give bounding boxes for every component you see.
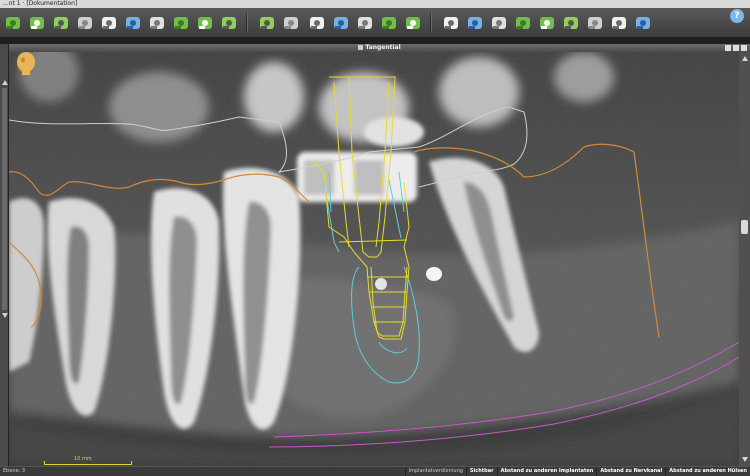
jaw-section-icon[interactable]	[52, 14, 70, 32]
ct-tangential-view[interactable]	[9, 52, 739, 466]
tooth-icon[interactable]	[442, 14, 460, 32]
status-toggle-1[interactable]: Sichtbar	[465, 467, 497, 476]
disabled-tool-icon[interactable]	[282, 14, 300, 32]
view-maximize-button[interactable]	[733, 45, 739, 51]
view-icon	[358, 44, 364, 50]
cube-view-icon[interactable]	[380, 14, 398, 32]
guide-icon[interactable]	[538, 14, 556, 32]
status-tool-toggles: Implantatverdünnung Sichtbar Abstand zu an…	[404, 467, 750, 476]
ruler-icon[interactable]	[196, 14, 214, 32]
sleeve-remove-icon[interactable]	[490, 14, 508, 32]
view-title-text: Tangential	[365, 44, 401, 51]
implant-cylinder-icon[interactable]	[148, 14, 166, 32]
filter-icon[interactable]	[610, 14, 628, 32]
sleeve-insert-icon[interactable]	[466, 14, 484, 32]
head-orientation-icon[interactable]	[12, 50, 38, 76]
undo-3d-icon[interactable]	[258, 14, 276, 32]
implant-planning-icon[interactable]	[4, 14, 22, 32]
dense-spot	[426, 267, 442, 281]
scroll-thumb[interactable]	[741, 220, 748, 234]
status-toggle-3[interactable]: Abstand zu Nervkanal	[596, 467, 665, 476]
export-icon[interactable]	[586, 14, 604, 32]
stack-icon[interactable]	[562, 14, 580, 32]
filter-toggle-icon[interactable]	[634, 14, 652, 32]
scale-bar-label: 10 mm	[74, 456, 92, 462]
scroll-up-icon[interactable]	[742, 56, 748, 61]
view-close-button[interactable]	[741, 45, 747, 51]
view-minimize-button[interactable]	[725, 45, 731, 51]
status-toggle-0[interactable]: Implantatverdünnung	[404, 467, 466, 476]
left-panel-scroll-down-icon[interactable]	[2, 313, 8, 318]
status-bar: Ebene: 3 Implantatverdünnung Sichtbar Abst…	[0, 466, 750, 476]
panorama-icon[interactable]	[308, 14, 326, 32]
status-left-text: Ebene: 3	[3, 468, 26, 474]
ct-image	[9, 52, 739, 466]
window-title: ...nt 1 · [Dokumentation]	[3, 0, 78, 7]
move-implant-icon[interactable]	[332, 14, 350, 32]
measure-icon[interactable]	[172, 14, 190, 32]
left-panel-scroll-track[interactable]	[2, 88, 7, 310]
redo-icon[interactable]	[404, 14, 422, 32]
view-header: Tangential	[9, 44, 750, 52]
abutment-icon[interactable]	[514, 14, 532, 32]
left-panel	[0, 44, 9, 466]
app-window: ...nt 1 · [Dokumentation] ? Tangential 1…	[0, 0, 750, 476]
vertical-scrollbar[interactable]	[739, 52, 750, 466]
help-button[interactable]: ?	[730, 9, 744, 23]
tooth-segment-icon[interactable]	[76, 14, 94, 32]
rotate-implant-icon[interactable]	[356, 14, 374, 32]
nerve-mark-icon[interactable]	[124, 14, 142, 32]
scroll-down-icon[interactable]	[742, 457, 748, 462]
toolbar-separator	[430, 14, 432, 32]
title-bar: ...nt 1 · [Dokumentation]	[0, 0, 750, 8]
main-toolbar	[0, 8, 750, 38]
toolbar-separator	[246, 14, 248, 32]
status-toggle-2[interactable]: Abstand zu anderen Implantaten	[496, 467, 597, 476]
view-title: Tangential	[9, 44, 750, 52]
drill-sleeve-icon[interactable]	[28, 14, 46, 32]
ct-noise	[9, 52, 739, 466]
bone-density-icon[interactable]	[100, 14, 118, 32]
dense-spot-small	[375, 278, 387, 290]
scale-bar: 10 mm	[44, 456, 132, 465]
status-toggle-4[interactable]: Abstand zu anderen Hülsen	[665, 467, 750, 476]
crown-icon[interactable]	[220, 14, 238, 32]
left-panel-scroll-up-icon[interactable]	[2, 80, 8, 85]
